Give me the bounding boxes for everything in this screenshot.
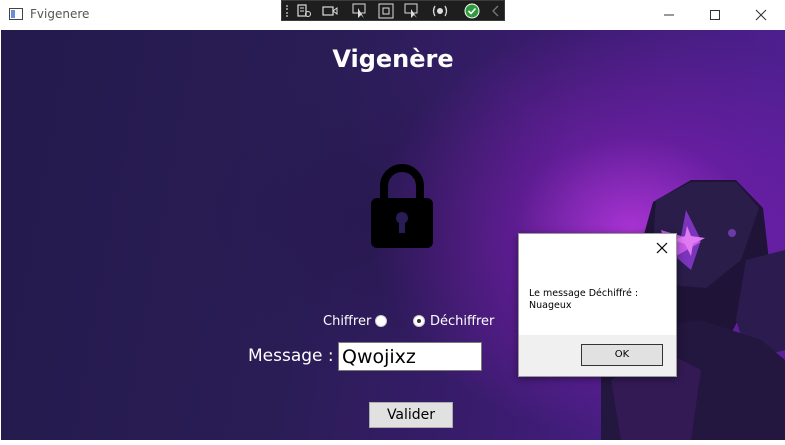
- maximize-button[interactable]: [692, 0, 738, 30]
- display-adorners-icon[interactable]: [376, 3, 396, 19]
- window-title: Fvigenere: [30, 7, 90, 21]
- valider-button[interactable]: Valider: [369, 402, 453, 428]
- minimize-button[interactable]: [646, 0, 692, 30]
- toolbar-grip-icon[interactable]: [286, 5, 292, 17]
- record-icon[interactable]: [320, 3, 340, 19]
- window-bottom-edge: [0, 440, 785, 445]
- dialog-message-line1: Le message Déchiffré :: [529, 288, 639, 299]
- collapse-icon[interactable]: [486, 3, 506, 19]
- chiffrer-label: Chiffrer: [323, 314, 372, 329]
- binding-check-icon[interactable]: [462, 3, 482, 19]
- message-label: Message :: [248, 346, 334, 366]
- chiffrer-radio[interactable]: [375, 315, 387, 327]
- dechiffrer-radio[interactable]: [413, 315, 425, 327]
- window-titlebar: Fvigenere: [0, 0, 785, 30]
- close-window-button[interactable]: [738, 0, 784, 30]
- live-visual-tree-icon[interactable]: [294, 3, 314, 19]
- message-dialog: Le message Déchiffré : Nuageux OK: [518, 233, 677, 377]
- dialog-message-line2: Nuageux: [529, 300, 572, 311]
- lock-icon: [371, 164, 433, 248]
- dialog-ok-button[interactable]: OK: [581, 344, 663, 366]
- message-input[interactable]: Qwojixz: [338, 342, 482, 371]
- dialog-message: Le message Déchiffré : Nuageux: [529, 288, 669, 312]
- track-focus-icon[interactable]: [402, 3, 422, 19]
- app-window-icon: [9, 8, 23, 20]
- dialog-footer: OK: [519, 335, 676, 376]
- hot-reload-icon[interactable]: [430, 3, 450, 19]
- dechiffrer-label: Déchiffrer: [430, 314, 495, 329]
- select-element-icon[interactable]: [350, 3, 370, 19]
- app-title: Vigenère: [332, 45, 454, 73]
- xaml-debug-toolbar: [281, 0, 505, 21]
- dialog-close-icon[interactable]: [655, 241, 669, 255]
